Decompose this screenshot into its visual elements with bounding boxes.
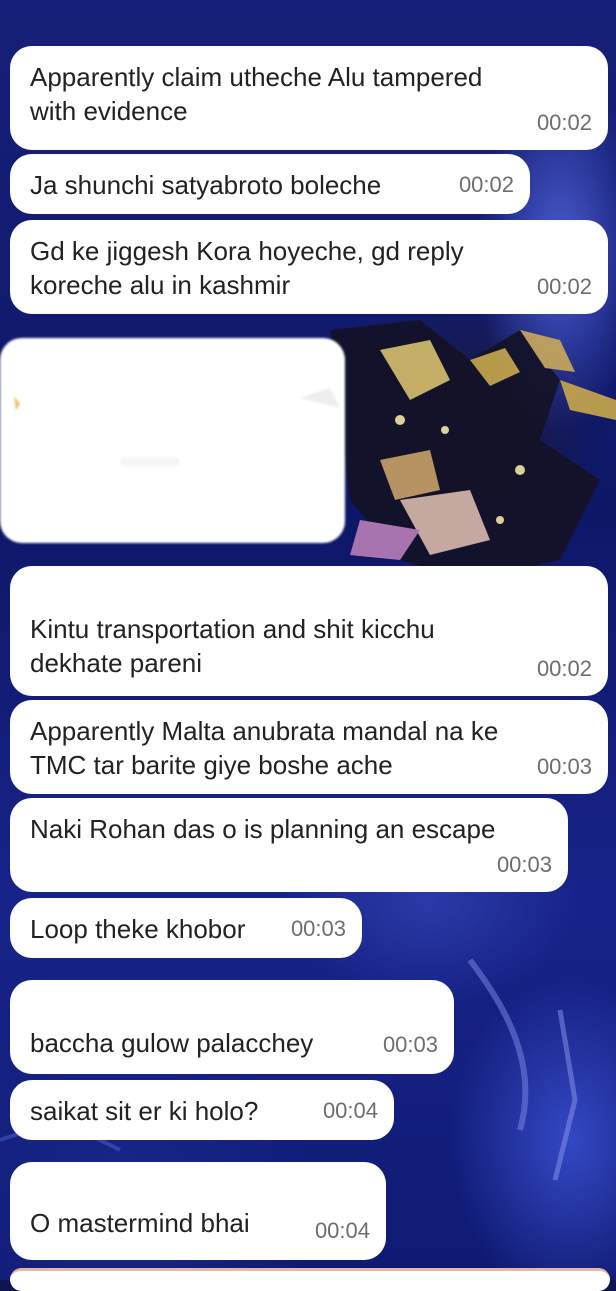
message-text: Apparently Malta anubrata mandal na ke T… [30, 716, 499, 780]
message-time: 00:03 [382, 1032, 438, 1057]
message-time: 00:04 [322, 1098, 378, 1123]
message-text: Apparently claim utheche Alu tampered wi… [30, 62, 483, 126]
message-text: Gd ke jiggesh Kora hoyeche, gd reply kor… [30, 236, 464, 300]
message-bubble[interactable]: Naki Rohan das o is planning an escape 0… [10, 798, 568, 892]
message-time: 00:02 [458, 172, 514, 197]
message-bubble[interactable]: Loop theke khobor 00:03 [10, 898, 362, 958]
message-time: 00:02 [536, 656, 592, 681]
message-time: 00:03 [496, 852, 552, 877]
message-time: 00:02 [536, 110, 592, 135]
message-time: 00:03 [290, 916, 346, 941]
message-bubble[interactable]: Apparently Malta anubrata mandal na ke T… [10, 700, 608, 794]
message-bubble[interactable]: saikat sit er ki holo? 00:04 [10, 1080, 394, 1140]
message-time: 00:02 [536, 274, 592, 299]
message-bubble[interactable]: baccha gulow palacchey 00:03 [10, 980, 454, 1074]
blurred-image-icon [14, 388, 340, 466]
message-bubble[interactable]: Kintu transportation and shit kicchu dek… [10, 566, 608, 696]
message-time: 00:03 [536, 754, 592, 779]
message-bubble[interactable]: Gd ke jiggesh Kora hoyeche, gd reply kor… [10, 220, 608, 314]
message-bubble[interactable]: Apparently claim utheche Alu tampered wi… [10, 46, 608, 150]
message-bubble[interactable]: O mastermind bhai 00:04 [10, 1162, 386, 1260]
message-text: Kintu transportation and shit kicchu dek… [30, 614, 435, 678]
message-text: Naki Rohan das o is planning an escape [30, 814, 496, 844]
message-bubble[interactable]: Ja shunchi satyabroto boleche 00:02 [10, 154, 530, 214]
message-time: 00:04 [314, 1218, 370, 1243]
message-text: Ja shunchi satyabroto boleche [30, 170, 382, 200]
redacted-media[interactable] [0, 338, 345, 543]
message-text: baccha gulow palacchey [30, 1028, 314, 1058]
